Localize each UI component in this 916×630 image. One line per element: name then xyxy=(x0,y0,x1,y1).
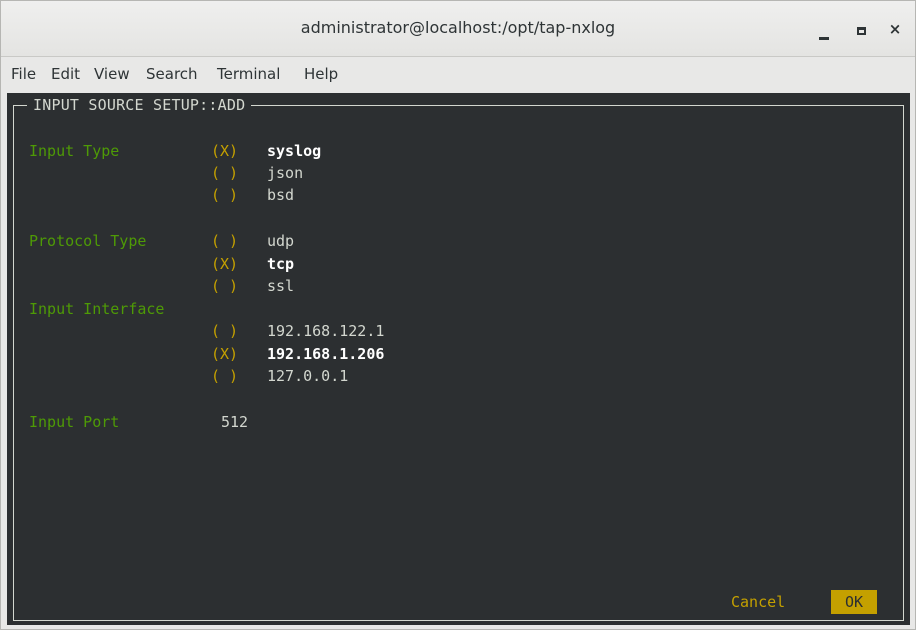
radio-bsd[interactable]: ( ) xyxy=(211,186,238,204)
maximize-icon xyxy=(856,27,866,35)
terminal-area[interactable]: INPUT SOURCE SETUP::ADD Input Type (X) s… xyxy=(7,93,910,625)
maximize-button[interactable] xyxy=(847,15,875,43)
option-syslog[interactable]: syslog xyxy=(267,142,321,160)
menu-view[interactable]: View xyxy=(94,65,130,83)
option-iface-3[interactable]: 127.0.0.1 xyxy=(267,367,348,385)
menu-bar: File Edit View Search Terminal Help xyxy=(1,58,915,92)
menu-file[interactable]: File xyxy=(11,65,36,83)
radio-iface-1[interactable]: ( ) xyxy=(211,322,238,340)
radio-json[interactable]: ( ) xyxy=(211,164,238,182)
close-button[interactable]: × xyxy=(881,15,909,43)
menu-search[interactable]: Search xyxy=(146,65,198,83)
radio-tcp[interactable]: (X) xyxy=(211,255,238,273)
menu-terminal[interactable]: Terminal xyxy=(217,65,280,83)
frame-right xyxy=(903,105,904,621)
option-udp[interactable]: udp xyxy=(267,232,294,250)
option-iface-1[interactable]: 192.168.122.1 xyxy=(267,322,384,340)
radio-iface-2[interactable]: (X) xyxy=(211,345,238,363)
protocol-type-label: Protocol Type xyxy=(29,232,147,250)
option-iface-2[interactable]: 192.168.1.206 xyxy=(267,345,384,363)
window-title: administrator@localhost:/opt/tap-nxlog xyxy=(300,18,616,37)
dialog-title: INPUT SOURCE SETUP::ADD xyxy=(27,96,252,114)
minimize-button[interactable] xyxy=(810,15,838,43)
frame-bottom xyxy=(13,620,904,621)
menu-edit[interactable]: Edit xyxy=(51,65,80,83)
radio-syslog[interactable]: (X) xyxy=(211,142,238,160)
minimize-icon xyxy=(819,37,829,40)
input-port-label: Input Port xyxy=(29,413,120,431)
radio-iface-3[interactable]: ( ) xyxy=(211,367,238,385)
cancel-button[interactable]: Cancel xyxy=(731,593,785,611)
terminal-window: administrator@localhost:/opt/tap-nxlog ×… xyxy=(0,0,916,630)
option-json[interactable]: json xyxy=(267,164,303,182)
input-interface-label: Input Interface xyxy=(29,300,165,318)
radio-ssl[interactable]: ( ) xyxy=(211,277,238,295)
input-type-label: Input Type xyxy=(29,142,120,160)
frame-left xyxy=(13,105,14,621)
close-icon: × xyxy=(888,20,902,38)
menu-help[interactable]: Help xyxy=(304,65,338,83)
ok-button[interactable]: OK xyxy=(831,590,877,614)
option-bsd[interactable]: bsd xyxy=(267,186,294,204)
radio-udp[interactable]: ( ) xyxy=(211,232,238,250)
option-tcp[interactable]: tcp xyxy=(267,255,294,273)
option-ssl[interactable]: ssl xyxy=(267,277,294,295)
input-port-field[interactable]: 512 xyxy=(221,413,248,431)
title-bar[interactable]: administrator@localhost:/opt/tap-nxlog × xyxy=(1,1,915,57)
